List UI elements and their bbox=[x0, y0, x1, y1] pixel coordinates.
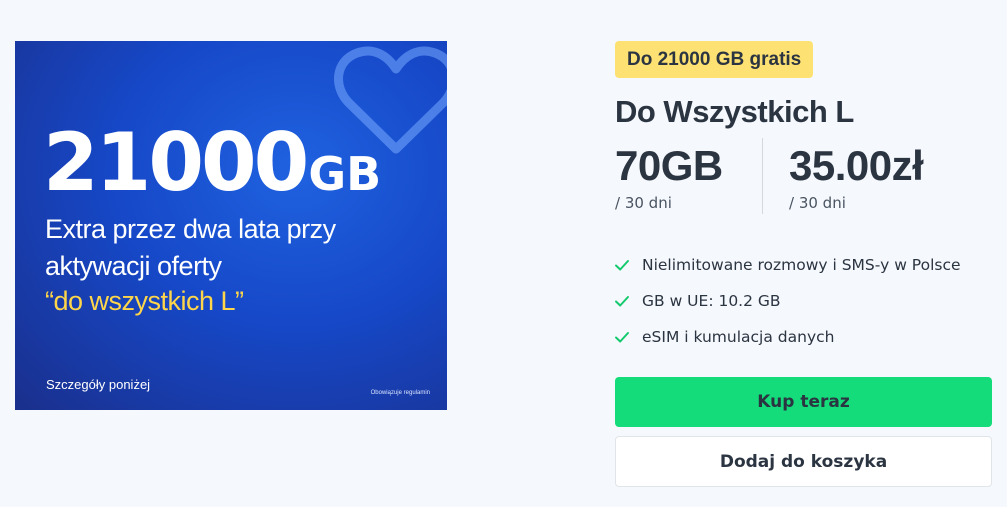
data-value: 70GB bbox=[615, 142, 723, 189]
promo-banner: 21000GB Extra przez dwa lata przy aktywa… bbox=[15, 41, 447, 410]
banner-headline-number: 21000 bbox=[43, 116, 309, 209]
gratis-badge: Do 21000 GB gratis bbox=[615, 41, 814, 78]
price-value: 35.00zł bbox=[789, 142, 924, 189]
check-icon bbox=[615, 260, 629, 271]
buy-now-button[interactable]: Kup teraz bbox=[615, 377, 992, 427]
banner-terms-text: Obowiązuje regulamin bbox=[370, 390, 430, 396]
price-period: / 30 dni bbox=[789, 194, 846, 212]
add-to-cart-button[interactable]: Dodaj do koszyka bbox=[615, 436, 992, 487]
feature-item: GB w UE: 10.2 GB bbox=[614, 283, 961, 319]
check-icon bbox=[615, 332, 629, 343]
check-icon bbox=[615, 296, 629, 307]
feature-label: GB w UE: 10.2 GB bbox=[642, 292, 781, 310]
feature-label: Nielimitowane rozmowy i SMS-y w Polsce bbox=[642, 256, 961, 274]
banner-line-3: “do wszystkich L” bbox=[45, 286, 244, 316]
data-period: / 30 dni bbox=[615, 194, 672, 212]
banner-line-1: Extra przez dwa lata przy bbox=[45, 214, 336, 244]
metric-divider bbox=[762, 138, 763, 214]
feature-item: eSIM i kumulacja danych bbox=[614, 319, 961, 355]
feature-label: eSIM i kumulacja danych bbox=[642, 328, 835, 346]
plan-title: Do Wszystkich L bbox=[615, 94, 854, 129]
feature-item: Nielimitowane rozmowy i SMS-y w Polsce bbox=[614, 247, 961, 283]
banner-line-2: aktywacji oferty bbox=[45, 251, 222, 281]
banner-headline-unit: GB bbox=[308, 147, 382, 201]
price: 35.00zł / 30 dni bbox=[789, 140, 924, 212]
feature-list: Nielimitowane rozmowy i SMS-y w Polsce G… bbox=[614, 247, 961, 355]
data-allowance: 70GB / 30 dni bbox=[615, 140, 723, 212]
banner-details-text: Szczegóły poniżej bbox=[46, 377, 151, 392]
banner-headline: 21000GB bbox=[43, 123, 381, 203]
